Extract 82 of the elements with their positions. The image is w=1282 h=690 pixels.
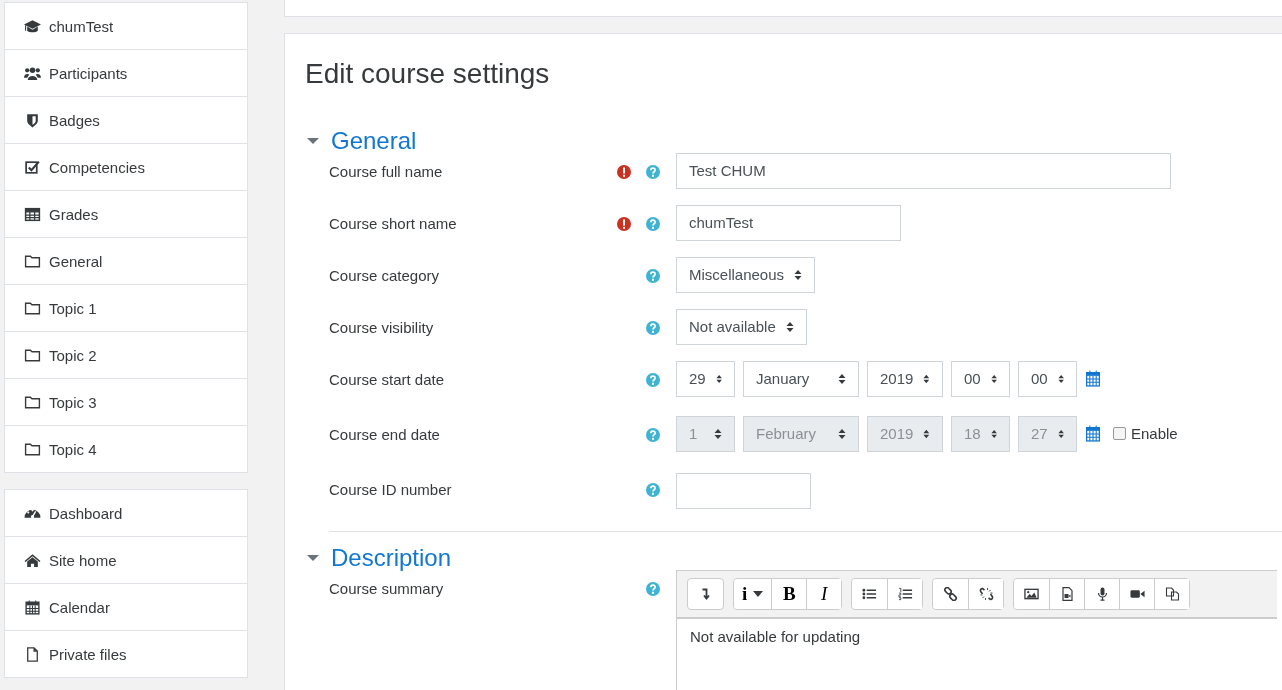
folder-icon [24,394,41,410]
caret-down-icon [753,590,764,597]
text-field[interactable] [676,472,811,509]
sort-caret-icon [785,320,794,333]
link-icon [943,586,959,601]
editor-content[interactable]: Not available for updating [677,618,1277,654]
sort-caret-icon [715,372,722,385]
sort-caret-icon [923,427,930,440]
folder-icon [24,441,41,457]
nav-item[interactable]: General [5,237,247,284]
help-icon[interactable] [646,320,660,335]
help-icon[interactable] [646,372,660,387]
nav-item[interactable]: Topic 4 [5,425,247,472]
field-label: Course visibility [329,317,435,336]
nav-item[interactable]: Site home [5,536,247,583]
sort-caret-icon [838,372,846,385]
graduation-cap-icon [24,18,41,34]
select-dropdown[interactable]: 00 [951,360,1010,397]
field-label: Course ID number [329,479,453,498]
text-field[interactable]: Test CHUM [676,152,1171,189]
section-toggle[interactable]: Description [305,537,1282,578]
help-icon[interactable] [646,427,660,442]
sort-caret-icon [794,268,803,281]
nav-item[interactable]: Grades [5,190,247,237]
help-icon[interactable] [646,482,660,497]
copy-icon [1164,586,1180,601]
users-icon [24,65,41,81]
media-file-icon [1059,586,1075,601]
help-icon[interactable] [646,268,660,283]
sort-caret-icon [1057,372,1064,385]
calendar-icon[interactable] [1085,425,1101,443]
sort-caret-icon [714,427,722,440]
field-label: Course summary [329,578,445,597]
folder-icon [24,253,41,269]
folder-icon [24,347,41,363]
field-label: Course category [329,265,441,284]
nav-item[interactable]: Badges [5,96,247,143]
numbered-list-icon [897,586,913,601]
select-dropdown[interactable]: Not available [676,308,807,345]
sort-caret-icon [1057,427,1064,440]
bullet-list-icon [862,586,878,601]
text-field[interactable]: chumTest [676,204,901,241]
nav-item[interactable]: Topic 3 [5,378,247,425]
select-dropdown[interactable]: 00 [1018,360,1077,397]
nav-item[interactable]: Private files [5,630,247,677]
help-icon[interactable] [646,164,660,179]
nav-item[interactable]: Topic 1 [5,284,247,331]
field-label: Course full name [329,161,444,180]
calendar-icon[interactable] [1085,370,1101,388]
toolbar-button[interactable] [1154,578,1190,609]
toolbar-button[interactable] [968,578,1004,609]
help-icon[interactable] [646,216,660,231]
page-title: Edit course settings [305,57,551,91]
select-dropdown[interactable]: 2019 [867,360,943,397]
nav-item[interactable]: Competencies [5,143,247,190]
nav-item[interactable]: Topic 2 [5,331,247,378]
nav-item[interactable]: Dashboard [5,490,247,536]
nav-item[interactable]: Calendar [5,583,247,630]
sort-caret-icon [923,372,930,385]
toolbar-button[interactable]: I [806,578,842,609]
nav-item[interactable]: chumTest [5,3,247,49]
image-icon [1024,586,1040,601]
toolbar-button[interactable] [887,578,923,609]
table-icon [24,206,41,222]
field-label: Course start date [329,369,446,388]
calendar-icon [24,599,41,615]
home-icon [24,552,41,568]
sort-caret-icon [990,372,997,385]
sort-caret-icon [990,427,997,440]
select-dropdown[interactable]: Miscellaneous [676,256,816,293]
help-icon[interactable] [646,581,660,596]
broken-link-icon [978,586,994,601]
select-dropdown[interactable]: January [743,360,859,397]
select-dropdown[interactable]: 29 [676,360,735,397]
file-icon [24,646,41,662]
shield-icon [24,112,41,128]
checkbox-icon [24,159,41,175]
sort-caret-icon [838,427,846,440]
field-label: Course short name [329,213,458,232]
nav-item[interactable]: Participants [5,49,247,96]
field-label: Course end date [329,424,441,443]
folder-icon [24,300,41,316]
